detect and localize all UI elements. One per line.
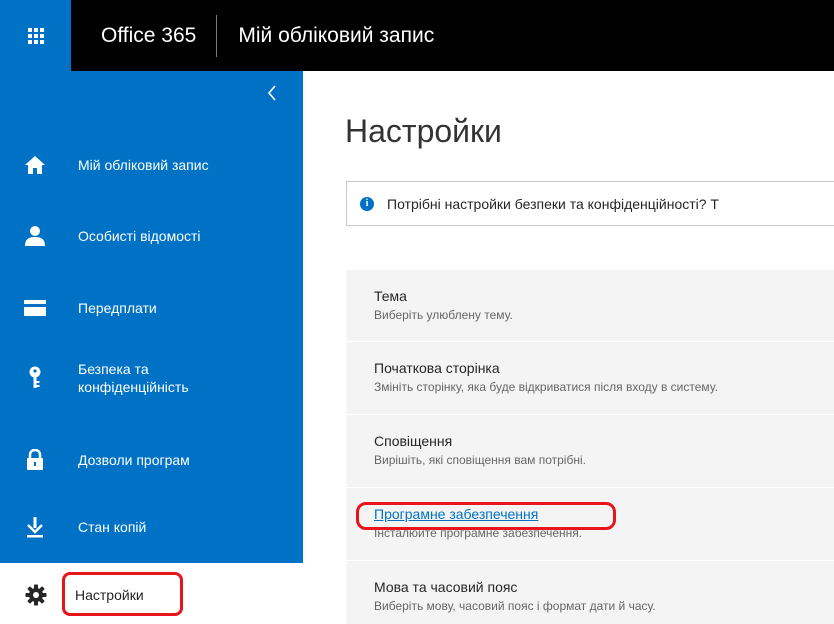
setting-title: Початкова сторінка bbox=[374, 360, 500, 376]
highlight-annotation bbox=[62, 572, 183, 616]
sidebar-item-install-status[interactable]: Стан копій bbox=[0, 495, 303, 559]
app-launcher-button[interactable] bbox=[0, 0, 71, 71]
setting-description: Вирішіть, які сповіщення вам потрібні. bbox=[374, 453, 586, 467]
info-icon: i bbox=[360, 196, 374, 211]
office-365-brand-link[interactable]: Office 365 bbox=[71, 0, 216, 71]
sidebar-item-label: Передплати bbox=[78, 300, 157, 316]
page-title: Настройки bbox=[345, 113, 502, 149]
sidebar-item-label: Стан копій bbox=[78, 519, 147, 535]
sidebar-item-label: Дозволи програм bbox=[78, 452, 190, 468]
person-icon bbox=[24, 225, 46, 247]
setting-theme[interactable]: Тема Виберіть улюблену тему. bbox=[346, 270, 834, 342]
setting-title: Тема bbox=[374, 288, 407, 304]
main-content: Настройки i Потрібні настройки безпеки т… bbox=[303, 71, 834, 624]
setting-software[interactable]: Програмне забезпечення Інсталюйте програ… bbox=[346, 488, 834, 561]
key-icon bbox=[24, 366, 46, 389]
notice-text: Потрібні настройки безпеки та конфіденці… bbox=[387, 195, 719, 212]
setting-title: Мова та часовий пояс bbox=[374, 579, 518, 595]
sidebar-item-security-privacy[interactable]: Безпека та конфіденційність bbox=[0, 346, 303, 410]
app-title: Мій обліковий запис bbox=[238, 23, 435, 47]
sidebar-item-label: Мій обліковий запис bbox=[78, 157, 209, 173]
top-bar: Office 365 Мій обліковий запис bbox=[0, 0, 834, 71]
highlight-annotation bbox=[356, 502, 616, 530]
setting-notifications[interactable]: Сповіщення Вирішіть, які сповіщення вам … bbox=[346, 415, 834, 488]
card-icon bbox=[24, 297, 46, 319]
lock-icon bbox=[24, 449, 46, 471]
sidebar: Мій обліковий запис Особисті відомості П… bbox=[0, 71, 303, 624]
privacy-notice-banner[interactable]: i Потрібні настройки безпеки та конфіден… bbox=[346, 181, 834, 226]
home-icon bbox=[24, 154, 46, 176]
sidebar-item-my-account[interactable]: Мій обліковий запис bbox=[0, 133, 303, 197]
sidebar-item-settings[interactable]: Настройки bbox=[0, 567, 303, 623]
settings-list: Тема Виберіть улюблену тему. Початкова с… bbox=[346, 270, 834, 624]
setting-title: Сповіщення bbox=[374, 433, 453, 449]
chevron-left-icon bbox=[267, 85, 276, 101]
gear-icon bbox=[25, 584, 47, 606]
sidebar-item-subscriptions[interactable]: Передплати bbox=[0, 276, 303, 340]
setting-language-time-zone[interactable]: Мова та часовий пояс Виберіть мову, часо… bbox=[346, 561, 834, 624]
app-launcher-icon bbox=[27, 27, 44, 44]
sidebar-item-personal-info[interactable]: Особисті відомості bbox=[0, 204, 303, 268]
collapse-sidebar-button[interactable] bbox=[263, 85, 281, 105]
setting-description: Змініть сторінку, яка буде відкриватися … bbox=[374, 380, 718, 394]
sidebar-item-label: Безпека та конфіденційність bbox=[78, 361, 189, 395]
sidebar-item-label: Особисті відомості bbox=[78, 228, 201, 244]
download-icon bbox=[24, 516, 46, 538]
sidebar-item-app-permissions[interactable]: Дозволи програм bbox=[0, 428, 303, 492]
setting-description: Виберіть улюблену тему. bbox=[374, 308, 513, 322]
setting-description: Виберіть мову, часовий пояс і формат дат… bbox=[374, 599, 656, 613]
setting-start-page[interactable]: Початкова сторінка Змініть сторінку, яка… bbox=[346, 342, 834, 415]
